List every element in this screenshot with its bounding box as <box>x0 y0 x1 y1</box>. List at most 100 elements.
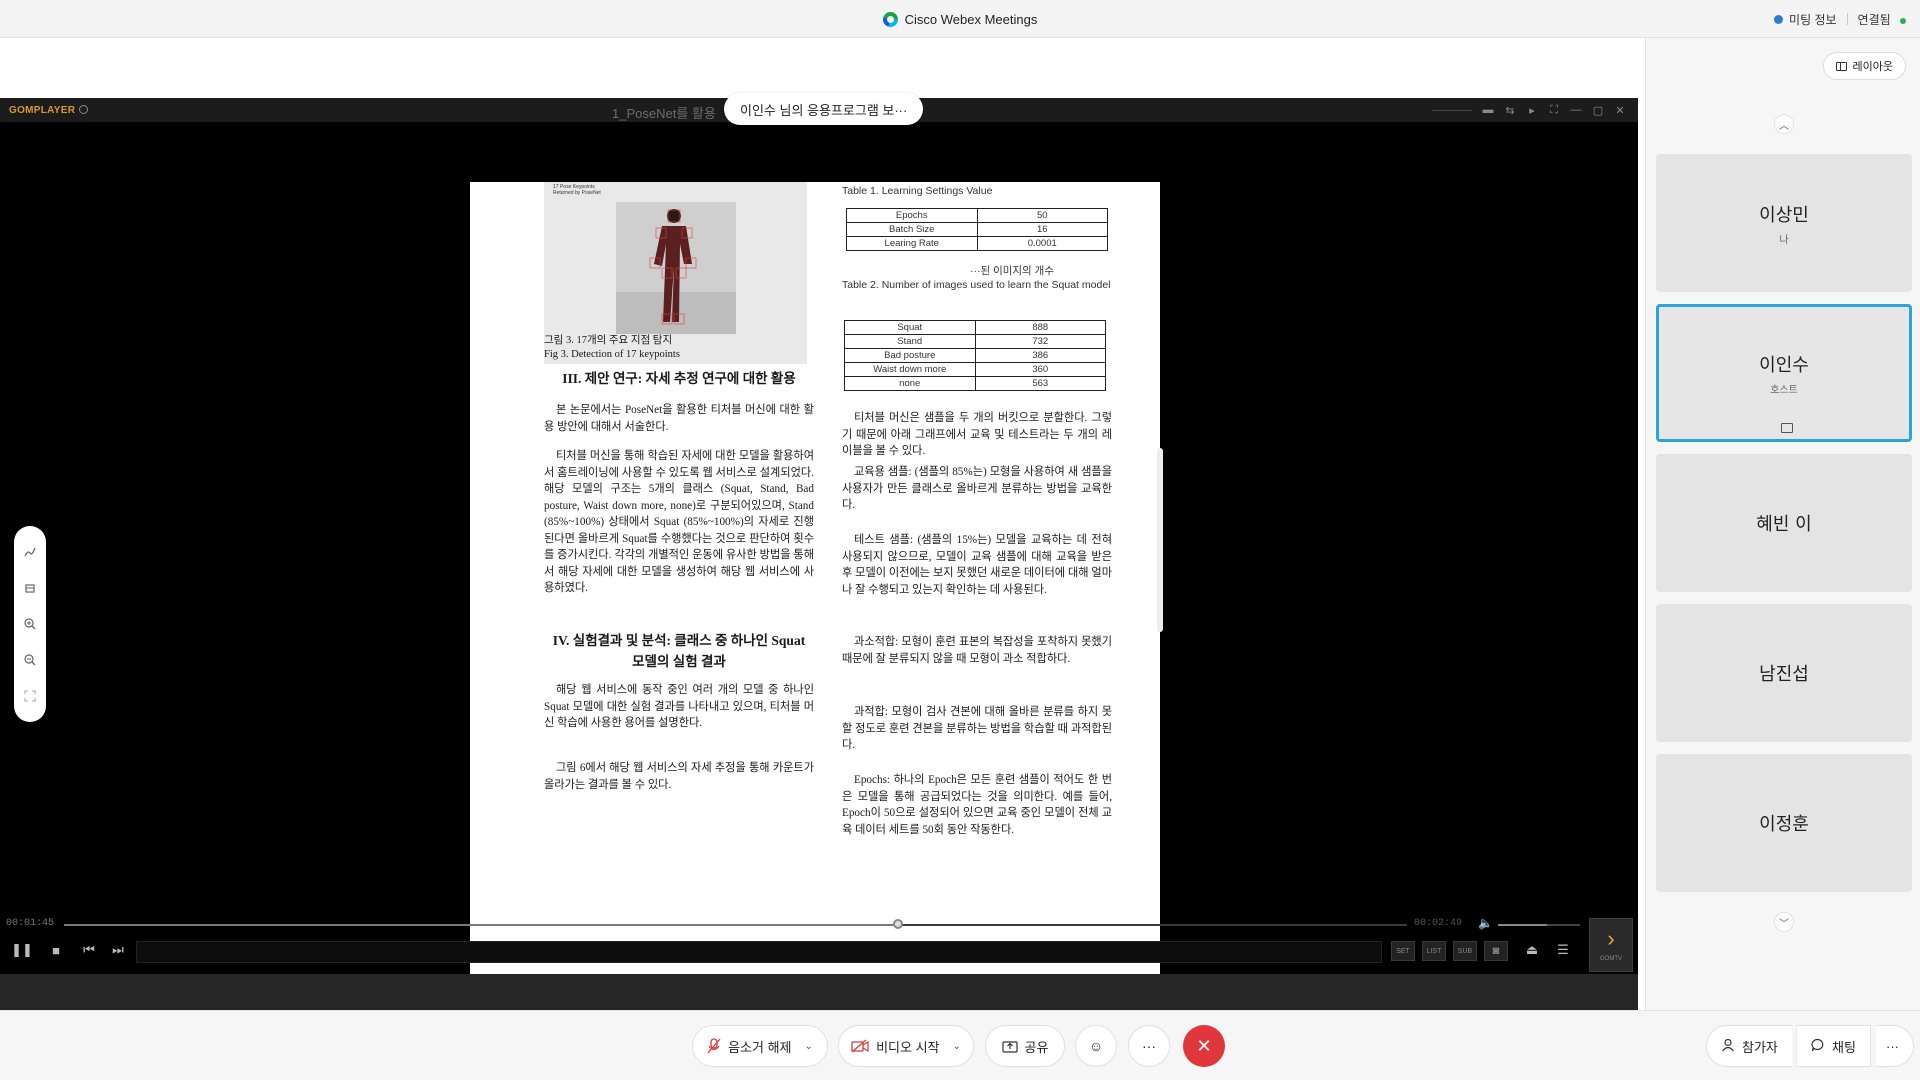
volume-icon[interactable]: 🔈 <box>1478 916 1493 930</box>
scroll-down-button[interactable]: ﹀ <box>1774 912 1794 932</box>
zoom-in-icon[interactable] <box>22 616 38 632</box>
participant-name: 이정훈 <box>1759 814 1809 835</box>
table-row: none 563 <box>844 376 1106 391</box>
stop-icon[interactable]: ■ <box>46 940 66 960</box>
start-video-button[interactable]: 비디오 시작 ⌄ <box>838 1025 974 1067</box>
volume-slider[interactable] <box>1498 924 1580 926</box>
class-value-cell: 563 <box>974 376 1106 391</box>
seek-knob[interactable] <box>893 919 903 929</box>
mini-mode-icon[interactable]: ▬ <box>1482 104 1494 116</box>
table-row: Epochs 50 <box>846 208 1108 223</box>
gear-icon[interactable] <box>79 104 89 114</box>
learning-settings-table: Epochs 50 Batch Size 16 Learing Rate 0.0001 <box>846 208 1108 251</box>
eraser-icon[interactable] <box>22 580 38 596</box>
setting-value-cell: 50 <box>976 208 1108 223</box>
elapsed-time: 00:01:45 <box>6 918 55 929</box>
gomtv-label: GOMTV <box>1600 956 1622 962</box>
maximize-icon[interactable]: ▢ <box>1592 104 1604 117</box>
class-value-cell: 888 <box>974 320 1106 335</box>
app-title-text: Cisco Webex Meetings <box>904 11 1038 27</box>
more-icon: ··· <box>1886 1038 1899 1054</box>
close-icon[interactable]: ✕ <box>1614 104 1626 117</box>
right-paragraph-4: 과소적합: 모형이 훈련 표본의 복잡성을 포착하지 못했기 때문에 잘 분류되… <box>842 636 1112 665</box>
participant-tile[interactable]: 혜빈 이 <box>1656 454 1912 592</box>
close-icon: ✕ <box>1196 1035 1212 1056</box>
section3-title: III. 제안 연구: 자세 추정 연구에 대한 활용 <box>562 371 796 386</box>
seek-bar[interactable] <box>64 919 1407 929</box>
reactions-button[interactable]: ☺ <box>1075 1025 1117 1067</box>
share-button[interactable]: 공유 <box>985 1025 1065 1067</box>
table-row: Waist down more 360 <box>844 362 1106 377</box>
meeting-controls-bar: 음소거 해제 ⌄ 비디오 시작 ⌄ 공유 ☺ ··· ✕ 참가자 채팅 ··· <box>0 1010 1920 1080</box>
gomtv-panel-toggle[interactable]: › GOMTV <box>1589 918 1633 972</box>
fullscreen-icon[interactable]: ⛶ <box>1548 104 1560 116</box>
fit-screen-icon[interactable] <box>22 688 38 704</box>
gom-info-bar <box>136 941 1382 963</box>
participant-tile[interactable]: 남진섭 <box>1656 604 1912 742</box>
next-icon[interactable]: ⏭ <box>108 940 128 960</box>
more-panels-button[interactable]: ··· <box>1876 1025 1914 1067</box>
class-label-cell: Bad posture <box>844 348 976 363</box>
play-small-icon[interactable]: ▸ <box>1526 104 1538 117</box>
section3-paragraph-1: 본 논문에서는 PoseNet을 활용한 티처블 머신에 대한 활용 방안에 대… <box>544 404 814 433</box>
playlist-button[interactable]: LIST <box>1422 941 1446 961</box>
unmute-button[interactable]: 음소거 해제 ⌄ <box>692 1025 828 1067</box>
table-row: Stand 732 <box>844 334 1106 349</box>
chat-button[interactable]: 채팅 <box>1796 1025 1871 1067</box>
gom-opacity-slider[interactable] <box>1432 109 1472 111</box>
image-count-table: Squat 888 Stand 732 Bad posture 386 Waist down… <box>844 320 1106 391</box>
shared-content-stage: 이인수 님의 응용프로그램 보··· GOMPLAYER 1_PoseNet를 … <box>0 38 1645 1018</box>
table2-caption-kr: ···된 이미지의 개수 <box>970 265 1054 277</box>
setting-label-cell: Batch Size <box>846 222 978 237</box>
table1-caption: Table 1. Learning Settings Value <box>842 185 993 197</box>
participant-tile[interactable]: 이정훈 <box>1656 754 1912 892</box>
leave-meeting-button[interactable]: ✕ <box>1183 1025 1225 1067</box>
scroll-up-button[interactable]: ︿ <box>1774 114 1794 134</box>
layout-icon <box>1835 61 1847 71</box>
class-value-cell: 360 <box>974 362 1106 377</box>
pause-icon[interactable]: ❚❚ <box>11 940 33 960</box>
emoji-icon: ☺ <box>1088 1038 1104 1054</box>
sharing-icon <box>1781 423 1793 433</box>
minimize-icon[interactable]: — <box>1570 104 1582 116</box>
figure-image <box>616 202 736 334</box>
more-icon: ··· <box>1142 1038 1156 1054</box>
meeting-info-button[interactable]: 미팅 정보 <box>1773 11 1837 28</box>
sharing-banner[interactable]: 이인수 님의 응용프로그램 보··· <box>724 93 924 125</box>
camera-icon[interactable]: ◙ <box>1484 941 1508 961</box>
equalizer-icon[interactable]: ⇆ <box>1504 104 1516 117</box>
more-options-button[interactable]: ··· <box>1128 1025 1170 1067</box>
subtitle-button[interactable]: SUB <box>1453 941 1477 961</box>
participant-role: 호스트 <box>1770 384 1798 396</box>
gom-file-title: 1_PoseNet를 활용 <box>612 106 716 121</box>
annotation-toolbar <box>14 526 46 722</box>
gom-logo-text: GOMPLAYER <box>9 104 76 116</box>
previous-icon[interactable]: ⏮ <box>79 940 99 960</box>
unmute-label: 음소거 해제 <box>728 1039 792 1055</box>
chat-label: 채팅 <box>1832 1039 1856 1055</box>
chevron-down-icon[interactable]: ⌄ <box>805 1041 813 1052</box>
chevron-down-icon[interactable]: ⌄ <box>953 1041 961 1052</box>
webex-title-bar: Cisco Webex Meetings 미팅 정보 연결됨 <box>0 0 1920 38</box>
app-title: Cisco Webex Meetings <box>0 0 1920 38</box>
section4-title: IV. 실험결과 및 분석: 클래스 중 하나인 Squat 모델의 실험 결과 <box>544 630 814 672</box>
pen-icon[interactable] <box>22 544 38 560</box>
zoom-out-icon[interactable] <box>22 652 38 668</box>
menu-icon[interactable]: ☰ <box>1553 940 1573 960</box>
layout-button[interactable]: 레이아웃 <box>1822 52 1906 80</box>
volume-fill <box>1498 924 1548 926</box>
setting-label-cell: Epochs <box>846 208 978 223</box>
figure-caption: 그림 3. 17개의 주요 지점 탐지 Fig 3. Detection of … <box>544 334 814 362</box>
total-time: 00:02:49 <box>1414 918 1463 929</box>
table-row: Squat 888 <box>844 320 1106 335</box>
participants-button[interactable]: 참가자 <box>1706 1025 1792 1067</box>
connection-status[interactable]: 연결됨 <box>1858 11 1906 28</box>
participant-tile[interactable]: 이상민 나 <box>1656 154 1912 292</box>
participants-label: 참가자 <box>1742 1039 1778 1055</box>
settings-button[interactable]: SET <box>1391 941 1415 961</box>
participant-tile-active-speaker[interactable]: 이인수 호스트 <box>1656 304 1912 442</box>
table2-caption: ···된 이미지의 개수 Table 2. Number of images u… <box>842 264 1112 292</box>
document-scroll-handle[interactable] <box>1157 448 1163 632</box>
eject-icon[interactable]: ⏏ <box>1522 940 1542 960</box>
class-value-cell: 732 <box>974 334 1106 349</box>
